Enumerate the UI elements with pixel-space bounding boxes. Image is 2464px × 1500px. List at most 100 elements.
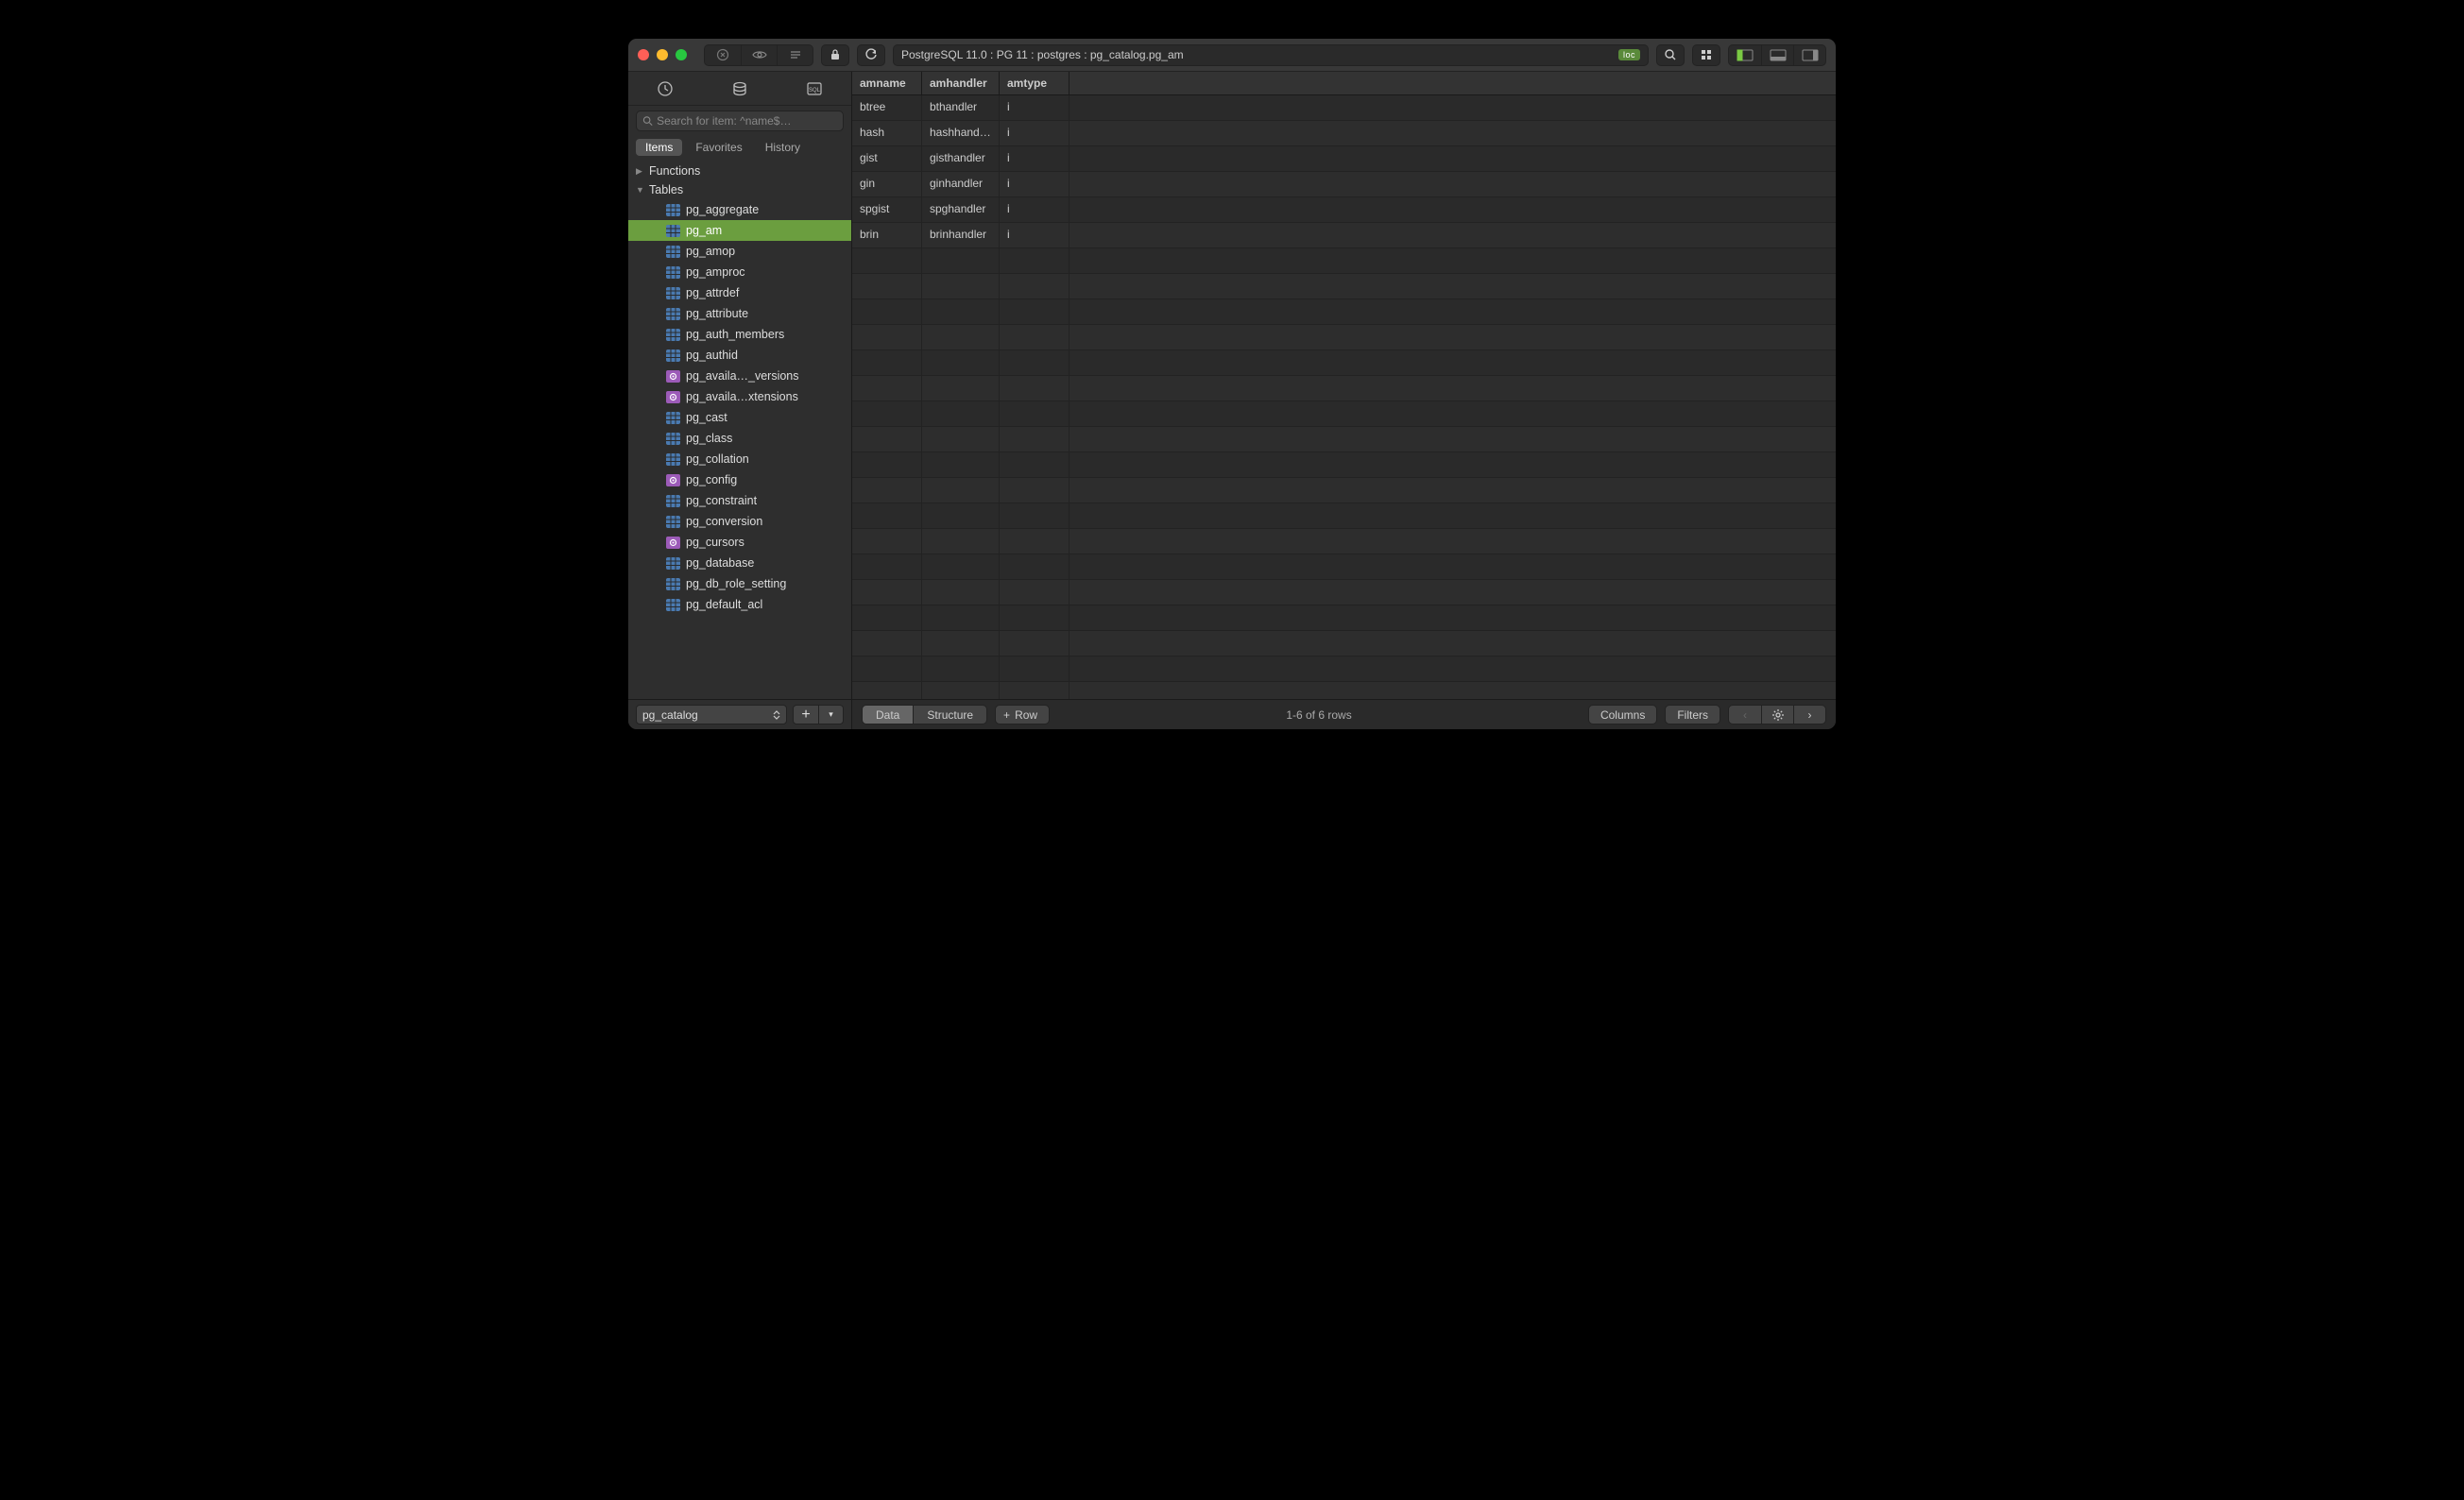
grid-body[interactable]: btreebthandlerihashhashhandlerigistgisth… (852, 95, 1836, 699)
table-item-pg_availaxtensions[interactable]: pg_availa…xtensions (628, 386, 851, 407)
table-row[interactable]: spgistspghandleri (852, 197, 1836, 223)
cell-amhandler[interactable]: gisthandler (922, 146, 1000, 171)
table-item-pg_default_acl[interactable]: pg_default_acl (628, 594, 851, 615)
table-item-pg_conversion[interactable]: pg_conversion (628, 511, 851, 532)
cell-amhandler[interactable]: hashhandler (922, 121, 1000, 145)
close-window-button[interactable] (638, 49, 649, 60)
table-item-pg_constraint[interactable]: pg_constraint (628, 490, 851, 511)
col-amname[interactable]: amname (852, 72, 922, 94)
cell-amname[interactable]: btree (852, 95, 922, 120)
refresh-button[interactable] (857, 44, 885, 66)
schema-picker[interactable]: pg_catalog (636, 705, 787, 724)
lock-button[interactable] (821, 44, 849, 66)
cell-amtype[interactable]: i (1000, 95, 1069, 120)
empty-row (852, 554, 1836, 580)
grid-view-button[interactable] (1692, 44, 1720, 66)
sidebar-bottom-bar: pg_catalog + ▾ (628, 699, 851, 729)
chevron-left-icon: ‹ (1743, 708, 1747, 722)
cell-amtype[interactable]: i (1000, 146, 1069, 171)
table-row[interactable]: hashhashhandleri (852, 121, 1836, 146)
add-button[interactable]: + (794, 706, 818, 724)
table-row[interactable]: brinbrinhandleri (852, 223, 1836, 248)
zoom-window-button[interactable] (676, 49, 687, 60)
sidebar-mode-connections[interactable] (628, 72, 702, 105)
search-button[interactable] (1656, 44, 1685, 66)
tab-history[interactable]: History (756, 139, 810, 156)
tab-items[interactable]: Items (636, 139, 682, 156)
sidebar-mode-database[interactable] (703, 72, 777, 105)
table-item-pg_class[interactable]: pg_class (628, 428, 851, 449)
table-item-label: pg_conversion (686, 515, 762, 528)
filters-button[interactable]: Filters (1665, 705, 1720, 724)
table-item-pg_collation[interactable]: pg_collation (628, 449, 851, 469)
table-icon (666, 246, 680, 258)
panel-bottom-button[interactable] (1761, 45, 1793, 65)
table-icon (666, 495, 680, 507)
table-item-pg_database[interactable]: pg_database (628, 553, 851, 573)
cell-amtype[interactable]: i (1000, 197, 1069, 222)
col-amtype[interactable]: amtype (1000, 72, 1069, 94)
table-item-pg_amop[interactable]: pg_amop (628, 241, 851, 262)
minimize-window-button[interactable] (657, 49, 668, 60)
cell-amhandler[interactable]: brinhandler (922, 223, 1000, 247)
prev-page-button[interactable]: ‹ (1729, 706, 1761, 724)
group-tables[interactable]: ▼ Tables (628, 180, 851, 199)
table-item-pg_am[interactable]: pg_am (628, 220, 851, 241)
table-item-pg_auth_members[interactable]: pg_auth_members (628, 324, 851, 345)
breadcrumb-bar[interactable]: PostgreSQL 11.0 : PG 11 : postgres : pg_… (893, 44, 1649, 66)
lock-icon (830, 48, 841, 61)
group-functions[interactable]: ▶ Functions (628, 162, 851, 180)
breadcrumb-text: PostgreSQL 11.0 : PG 11 : postgres : pg_… (901, 48, 1184, 61)
table-item-pg_attribute[interactable]: pg_attribute (628, 303, 851, 324)
cell-amhandler[interactable]: ginhandler (922, 172, 1000, 196)
structure-tab[interactable]: Structure (913, 706, 986, 724)
search-input[interactable] (657, 114, 837, 128)
cell-amhandler[interactable]: spghandler (922, 197, 1000, 222)
table-row[interactable]: btreebthandleri (852, 95, 1836, 121)
schema-picker-label: pg_catalog (642, 708, 698, 722)
cell-amtype[interactable]: i (1000, 172, 1069, 196)
back-button[interactable] (705, 45, 741, 65)
table-icon (666, 516, 680, 528)
add-row-button[interactable]: + Row (995, 705, 1050, 724)
table-item-pg_availa_versions[interactable]: pg_availa…_versions (628, 366, 851, 386)
table-item-pg_db_role_setting[interactable]: pg_db_role_setting (628, 573, 851, 594)
add-menu-button[interactable]: ▾ (818, 706, 843, 724)
activity-button[interactable] (777, 45, 813, 65)
cell-amname[interactable]: hash (852, 121, 922, 145)
cell-amname[interactable]: brin (852, 223, 922, 247)
table-row[interactable]: ginginhandleri (852, 172, 1836, 197)
table-item-pg_cast[interactable]: pg_cast (628, 407, 851, 428)
cell-amhandler[interactable]: bthandler (922, 95, 1000, 120)
col-amhandler[interactable]: amhandler (922, 72, 1000, 94)
panel-left-button[interactable] (1729, 45, 1761, 65)
cell-amname[interactable]: spgist (852, 197, 922, 222)
empty-row (852, 274, 1836, 299)
search-box[interactable] (636, 111, 844, 131)
table-item-pg_amproc[interactable]: pg_amproc (628, 262, 851, 282)
table-item-label: pg_class (686, 432, 732, 445)
cell-amname[interactable]: gin (852, 172, 922, 196)
table-item-pg_aggregate[interactable]: pg_aggregate (628, 199, 851, 220)
panel-right-button[interactable] (1793, 45, 1825, 65)
table-item-pg_attrdef[interactable]: pg_attrdef (628, 282, 851, 303)
history-seg (704, 44, 813, 66)
location-badge: loc (1618, 49, 1640, 60)
table-item-pg_authid[interactable]: pg_authid (628, 345, 851, 366)
cell-amtype[interactable]: i (1000, 121, 1069, 145)
cell-amtype[interactable]: i (1000, 223, 1069, 247)
columns-button[interactable]: Columns (1588, 705, 1657, 724)
object-tree[interactable]: ▶ Functions ▼ Tables pg_aggregatepg_ampg… (628, 162, 851, 699)
data-tab[interactable]: Data (863, 706, 913, 724)
table-item-label: pg_database (686, 556, 754, 570)
table-item-pg_cursors[interactable]: pg_cursors (628, 532, 851, 553)
page-settings-button[interactable] (1761, 706, 1793, 724)
table-item-pg_config[interactable]: pg_config (628, 469, 851, 490)
table-row[interactable]: gistgisthandleri (852, 146, 1836, 172)
sidebar-mode-sql[interactable]: SQL (778, 72, 851, 105)
tab-favorites[interactable]: Favorites (686, 139, 751, 156)
preview-button[interactable] (741, 45, 777, 65)
next-page-button[interactable]: › (1793, 706, 1825, 724)
cell-amname[interactable]: gist (852, 146, 922, 171)
empty-row (852, 248, 1836, 274)
